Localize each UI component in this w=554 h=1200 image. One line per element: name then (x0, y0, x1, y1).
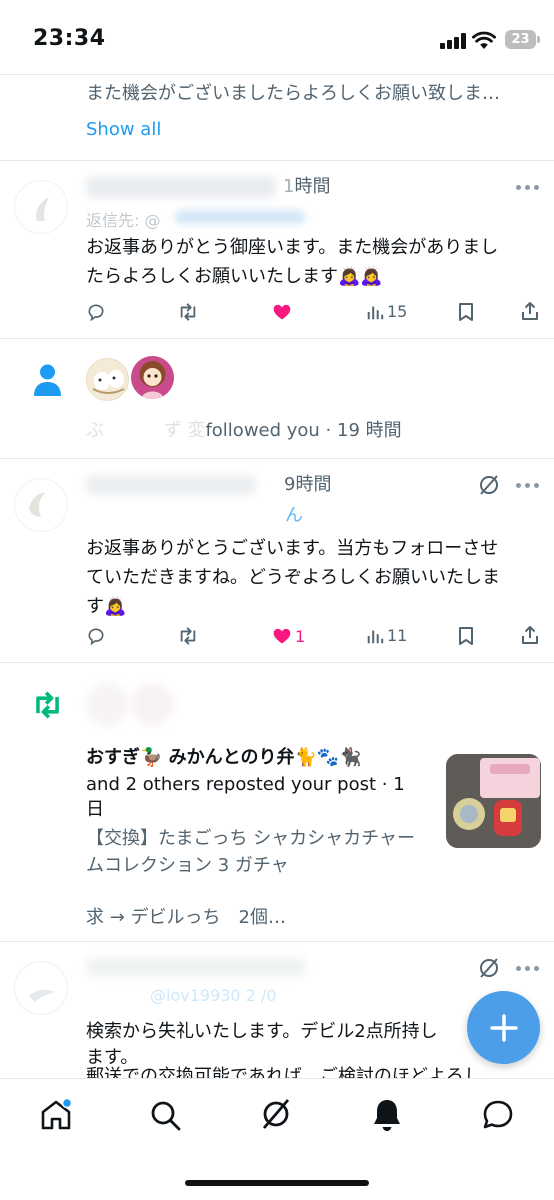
reply-text-clipped: 郵送での交換可能であれば、ご検討のほどよろし (86, 1066, 482, 1078)
reply-text-line: ていただきますね。どうぞよろしくお願いいたしま (86, 567, 500, 588)
reply-to-label: 返信先: @ (86, 211, 161, 230)
reposter-avatar[interactable] (131, 683, 174, 726)
avatar[interactable] (14, 478, 68, 532)
share-button[interactable] (520, 301, 540, 321)
follower-names-hidden: ぶ ず 変 (86, 420, 206, 441)
tab-home[interactable] (38, 1097, 74, 1133)
reply-text-line: す🙇‍♀️ (86, 596, 127, 617)
avatar[interactable] (14, 961, 68, 1015)
reply-text-line: お返事ありがとうございます。当方もフォローさせ (86, 538, 499, 559)
avatar[interactable] (14, 180, 68, 234)
battery-icon: 23 (505, 30, 536, 49)
views-count: 15 (387, 302, 408, 321)
more-icon[interactable] (516, 966, 540, 972)
author-handle-faded: @lov19930 2 /0 (150, 986, 277, 1005)
author-name-hidden (86, 176, 276, 198)
battery-nub (537, 36, 540, 43)
reply-button[interactable] (86, 626, 106, 646)
bell-icon (374, 1100, 400, 1131)
bookmark-icon (459, 303, 473, 321)
views-icon (367, 306, 384, 319)
tab-notifications[interactable] (370, 1097, 404, 1133)
reply-to-handle-hidden (175, 210, 305, 224)
show-all-link[interactable]: Show all (86, 117, 161, 143)
heart-filled-icon (273, 628, 291, 644)
compose-icon (489, 1013, 518, 1042)
follow-text: ぶ ず 変followed you · 19 時間 (86, 420, 402, 441)
share-icon (522, 626, 538, 644)
search-icon (151, 1101, 181, 1131)
repost-notification-icon (36, 691, 59, 719)
repost-button[interactable] (177, 302, 199, 322)
home-indicator (185, 1180, 369, 1186)
repost-icon (180, 303, 196, 321)
heart-filled-icon (273, 304, 291, 320)
timestamp: 1時間 (283, 176, 331, 197)
post-preview-line: ムコレクション 3 ガチャ (86, 855, 289, 876)
status-bar: 23:34 23 (0, 0, 554, 74)
tab-messages[interactable] (480, 1097, 516, 1133)
post-preview-line: 求 → デビルっち 2個… (86, 907, 286, 928)
post-thumbnail[interactable] (446, 754, 541, 848)
more-icon[interactable] (516, 185, 540, 191)
reply-to-handle[interactable]: ん (285, 501, 303, 527)
reposter-avatar[interactable] (86, 683, 129, 726)
reply-text-line: お返事ありがとう御座います。また機会がありまし (86, 237, 499, 258)
grok-icon[interactable] (478, 474, 500, 496)
person-icon (34, 364, 61, 396)
home-icon (41, 1097, 73, 1130)
like-button[interactable]: 1 (272, 626, 305, 646)
reply-text-line: 検索から失礼いたします。デビル2点所持し (86, 1021, 438, 1042)
signal-icon (440, 33, 466, 49)
wifi-icon (472, 31, 496, 49)
tab-search[interactable] (148, 1098, 182, 1132)
grok-icon[interactable] (478, 957, 500, 979)
messages-icon (483, 1100, 513, 1129)
repost-action-text: 日 (86, 799, 104, 820)
timestamp: 9時間 (284, 474, 332, 495)
repost-icon (180, 627, 196, 645)
reply-text: また機会がございましたらよろしくお願い致しま… (86, 83, 500, 104)
author-name-hidden (86, 958, 306, 976)
tab-grok[interactable] (259, 1097, 293, 1131)
views-button[interactable]: 15 (366, 302, 407, 321)
bookmark-button[interactable] (457, 302, 475, 322)
more-icon[interactable] (516, 483, 540, 489)
reply-button[interactable] (86, 302, 106, 322)
follower-avatar[interactable] (131, 356, 174, 399)
share-icon (522, 302, 538, 320)
views-button[interactable]: 11 (366, 626, 407, 645)
compose-button[interactable] (467, 991, 540, 1064)
views-icon (367, 630, 384, 643)
reply-text-line: たらよろしくお願いいたします🙇‍♀️🙇‍♀️ (86, 266, 383, 287)
views-count: 11 (387, 626, 408, 645)
bookmark-button[interactable] (457, 626, 475, 646)
share-button[interactable] (520, 625, 540, 645)
like-count: 1 (295, 626, 306, 646)
like-button[interactable] (272, 302, 292, 322)
repost-button[interactable] (177, 626, 199, 646)
repost-action-text: and 2 others reposted your post · 1 (86, 774, 405, 795)
post-preview-line: 【交換】たまごっち シャカシャカチャー (86, 828, 415, 849)
grok-icon (262, 1099, 290, 1129)
comment-icon (88, 304, 104, 322)
bookmark-icon (459, 627, 473, 645)
follower-avatar[interactable] (86, 358, 129, 401)
author-name-hidden (86, 475, 256, 495)
comment-icon (88, 628, 104, 646)
reposter-names: おすぎ🦆 みかんとのり弁🐈🐾🐈‍⬛ (86, 747, 362, 768)
status-time: 23:34 (33, 26, 106, 51)
